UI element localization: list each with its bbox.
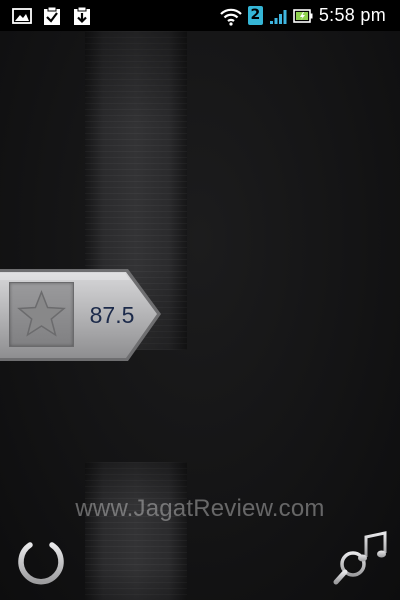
power-button[interactable] (12, 533, 70, 591)
system-icons: 2 5:58 pm (220, 0, 386, 31)
frequency-value: 87.5 (89, 302, 135, 328)
frequency-dial-lower[interactable] (85, 462, 187, 600)
image-icon (12, 7, 32, 24)
status-bar: 2 5:58 pm (0, 0, 400, 31)
battery-charging-icon (293, 8, 313, 23)
signal-icon (269, 9, 287, 24)
sim-slot-badge: 2 (247, 6, 263, 25)
wifi-icon (220, 8, 242, 26)
power-icon (18, 535, 64, 585)
star-icon (17, 289, 66, 337)
download-icon (74, 6, 90, 25)
search-music-icon (333, 531, 387, 585)
favorite-button[interactable] (9, 282, 74, 347)
watermark-text: www.JagatReview.com (75, 495, 325, 522)
search-music-button[interactable] (333, 531, 389, 587)
notification-icons (0, 6, 92, 26)
fm-radio-screen: 2 5:58 pm 87.5 www.JagatReview.com (0, 0, 400, 600)
frequency-indicator: 87.5 (0, 268, 162, 362)
clipboard-check-icon (44, 6, 60, 25)
clock: 5:58 pm (318, 5, 386, 25)
